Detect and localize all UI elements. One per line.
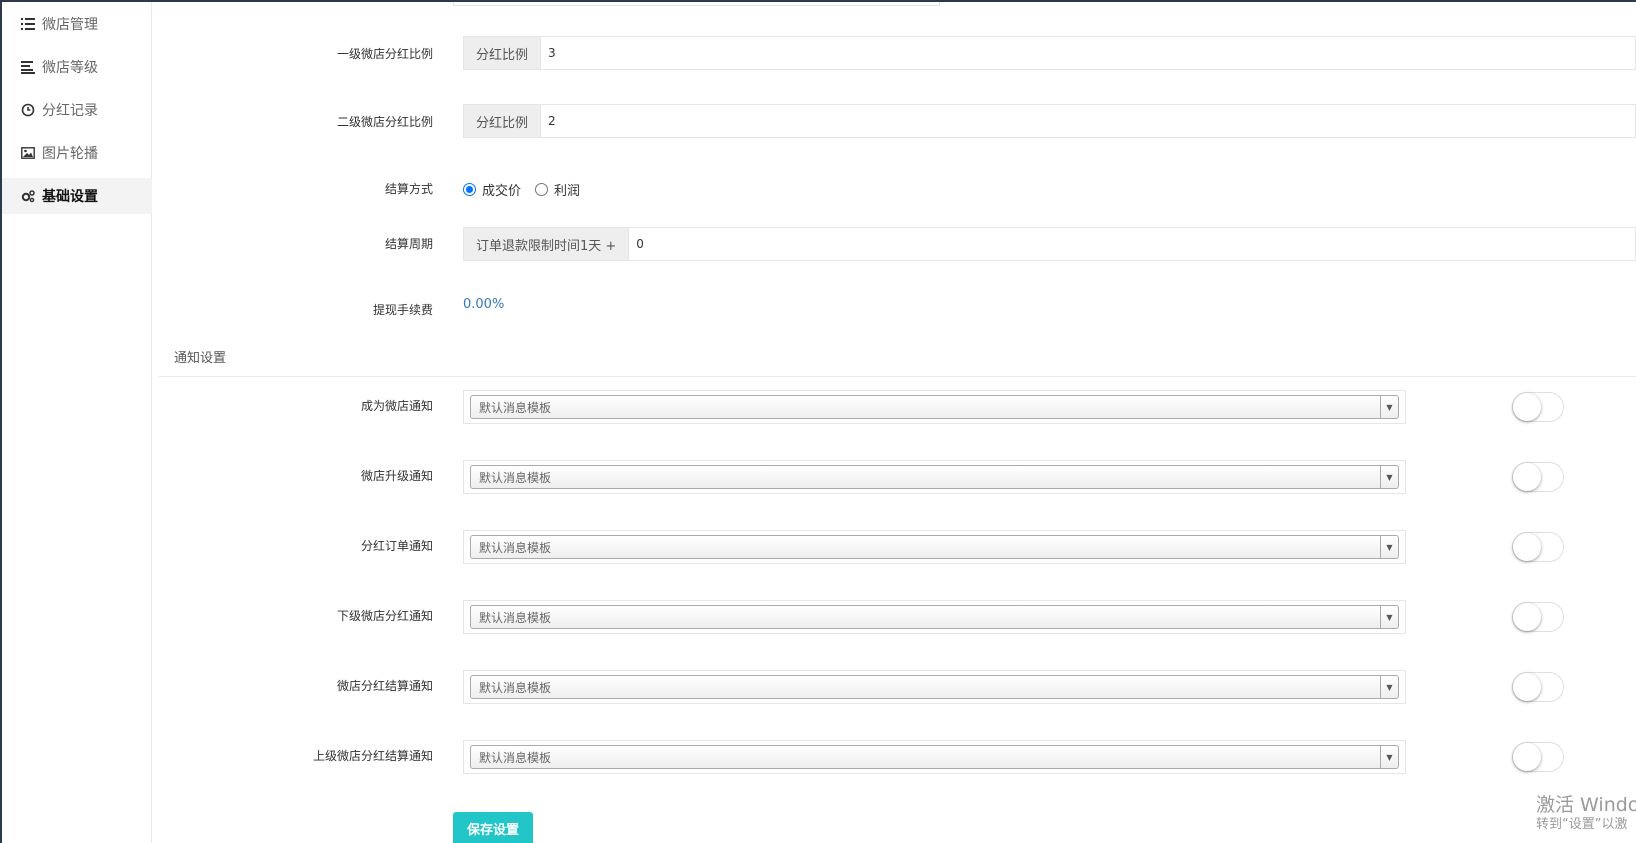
notify-select-bonus-settle[interactable]: 默认消息模板 ▼ <box>463 670 1406 704</box>
level2-ratio-addon: 分红比例 <box>464 105 542 137</box>
watermark-line2: 转到“设置”以激 <box>1536 817 1628 832</box>
sidebar-item-label: 分红记录 <box>42 103 98 119</box>
level2-ratio-label: 二级微店分红比例 <box>336 115 433 129</box>
level1-ratio-addon: 分红比例 <box>464 37 542 69</box>
windows-activation-watermark: 激活 Windo 转到“设置”以激 <box>1536 794 1636 834</box>
sidebar-item-label: 微店等级 <box>42 60 98 76</box>
select-value: 默认消息模板 <box>479 400 552 415</box>
settle-period-label: 结算周期 <box>384 237 433 251</box>
settle-period-addon: 订单退款限制时间1天 + <box>464 228 630 260</box>
sidebar-item-shop-manage[interactable]: 微店管理 <box>2 6 152 42</box>
toggle-lower-bonus[interactable] <box>1512 602 1564 632</box>
toggle-bonus-order[interactable] <box>1512 532 1564 562</box>
notify-label: 微店分红结算通知 <box>336 679 433 693</box>
level2-ratio-input[interactable] <box>541 105 1635 137</box>
previous-field-edge <box>453 2 940 6</box>
sidebar-item-shop-level[interactable]: 微店等级 <box>2 49 152 85</box>
clock-icon <box>20 102 36 118</box>
radio-unchecked-icon[interactable] <box>535 183 549 196</box>
select-value: 默认消息模板 <box>479 680 552 695</box>
chevron-down-icon[interactable]: ▼ <box>1380 746 1398 768</box>
save-settings-button[interactable]: 保存设置 <box>453 812 533 843</box>
toggle-become-shop[interactable] <box>1512 392 1564 422</box>
notify-label: 微店升级通知 <box>360 469 433 483</box>
level1-ratio-group: 分红比例 <box>463 36 1636 70</box>
notify-label: 上级微店分红结算通知 <box>312 749 433 763</box>
settle-period-input[interactable] <box>629 228 1635 260</box>
level2-ratio-group: 分红比例 <box>463 104 1636 138</box>
main-content: 一级微店分红比例 分红比例 二级微店分红比例 分红比例 结算方式 成交价 利润 … <box>152 2 1636 843</box>
gears-icon <box>20 188 36 204</box>
select-box[interactable]: 默认消息模板 ▼ <box>470 535 1399 559</box>
select-value: 默认消息模板 <box>479 610 552 625</box>
select-box[interactable]: 默认消息模板 ▼ <box>470 675 1399 699</box>
sidebar-item-basic-settings[interactable]: 基础设置 <box>2 178 152 214</box>
notify-select-lower-bonus[interactable]: 默认消息模板 ▼ <box>463 600 1406 634</box>
watermark-line1: 激活 Windo <box>1536 794 1636 816</box>
settle-method-option-profit[interactable]: 利润 <box>535 180 580 199</box>
select-value: 默认消息模板 <box>479 750 552 765</box>
chevron-down-icon[interactable]: ▼ <box>1380 606 1398 628</box>
select-value: 默认消息模板 <box>479 540 552 555</box>
list-icon <box>20 16 36 32</box>
settle-method-option-deal-price[interactable]: 成交价 <box>463 180 521 199</box>
sidebar-item-label: 图片轮播 <box>42 146 98 162</box>
toggle-upper-bonus-settle[interactable] <box>1512 742 1564 772</box>
option-label: 成交价 <box>482 184 522 199</box>
chevron-down-icon[interactable]: ▼ <box>1380 536 1398 558</box>
select-box[interactable]: 默认消息模板 ▼ <box>470 745 1399 769</box>
withdraw-fee-label: 提现手续费 <box>372 303 433 317</box>
toggle-shop-upgrade[interactable] <box>1512 462 1564 492</box>
image-icon <box>20 145 36 161</box>
settle-method-radios: 成交价 利润 <box>463 180 594 199</box>
notify-label: 成为微店通知 <box>360 399 433 413</box>
withdraw-fee-value: 0.00% <box>463 297 505 312</box>
select-value: 默认消息模板 <box>479 470 552 485</box>
select-box[interactable]: 默认消息模板 ▼ <box>470 465 1399 489</box>
notify-label: 下级微店分红通知 <box>336 609 433 623</box>
notify-label: 分红订单通知 <box>360 539 433 553</box>
select-box[interactable]: 默认消息模板 ▼ <box>470 395 1399 419</box>
sidebar-item-bonus-records[interactable]: 分红记录 <box>2 92 152 128</box>
chevron-down-icon[interactable]: ▼ <box>1380 466 1398 488</box>
sidebar-item-label: 基础设置 <box>42 189 98 205</box>
notify-select-upper-bonus-settle[interactable]: 默认消息模板 ▼ <box>463 740 1406 774</box>
toggle-bonus-settle[interactable] <box>1512 672 1564 702</box>
notify-select-bonus-order[interactable]: 默认消息模板 ▼ <box>463 530 1406 564</box>
notify-section-title: 通知设置 <box>174 351 227 366</box>
level1-ratio-label: 一级微店分红比例 <box>336 47 433 61</box>
level1-ratio-input[interactable] <box>541 37 1635 69</box>
select-box[interactable]: 默认消息模板 ▼ <box>470 605 1399 629</box>
chevron-down-icon[interactable]: ▼ <box>1380 396 1398 418</box>
notify-select-shop-upgrade[interactable]: 默认消息模板 ▼ <box>463 460 1406 494</box>
option-label: 利润 <box>554 184 581 199</box>
notify-select-become-shop[interactable]: 默认消息模板 ▼ <box>463 390 1406 424</box>
sidebar: 微店管理 微店等级 分红记录 图片轮播 基础设置 <box>2 2 152 843</box>
radio-checked-icon[interactable] <box>463 183 476 196</box>
align-left-icon <box>20 59 36 75</box>
chevron-down-icon[interactable]: ▼ <box>1380 676 1398 698</box>
settle-method-label: 结算方式 <box>384 182 433 196</box>
sidebar-item-carousel[interactable]: 图片轮播 <box>2 135 152 171</box>
settle-period-group: 订单退款限制时间1天 + <box>463 227 1636 261</box>
section-divider <box>159 376 1636 377</box>
sidebar-item-label: 微店管理 <box>42 17 98 33</box>
